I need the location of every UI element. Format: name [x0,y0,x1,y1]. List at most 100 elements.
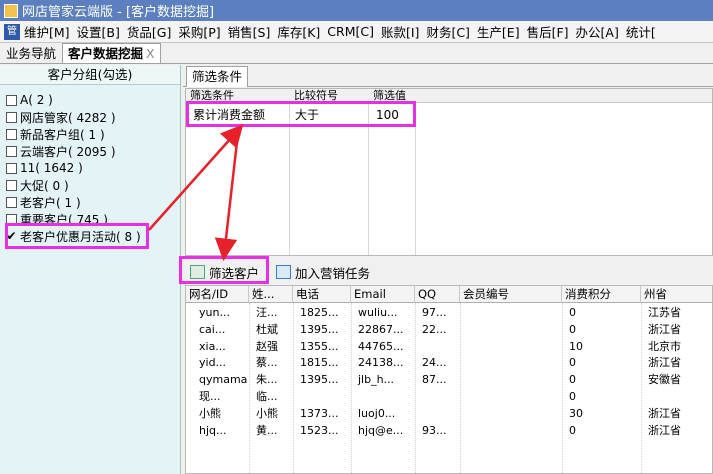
cell-province[interactable]: 浙江省 [645,422,712,439]
cell-member-id[interactable] [464,338,562,355]
cell-nick-id[interactable]: qymama [196,371,249,388]
cell-member-id[interactable] [464,354,562,371]
group-item[interactable]: 网店管家( 4282 ) [6,109,116,125]
cell-province[interactable]: 安徽省 [645,371,712,388]
cell-email[interactable]: wuliu... [355,304,415,321]
cell-email[interactable]: jlb_h... [355,371,415,388]
cell-nick-id[interactable]: yun... [196,304,249,321]
group-checkbox[interactable] [6,94,17,106]
cell-province[interactable]: 浙江省 [645,405,712,422]
column-header-nick-id[interactable]: 网名/ID [186,286,249,303]
group-checkbox[interactable] [6,196,17,208]
tab-customer-mining[interactable]: 客户数据挖掘 X [62,43,161,63]
group-item[interactable]: A( 2 ) [6,92,53,108]
cell-phone[interactable]: 1825... [297,304,351,321]
cell-province[interactable]: 北京市 [645,338,712,355]
tab-filter-conditions[interactable]: 筛选条件 [186,66,249,87]
cell-email[interactable]: 24138... [355,354,415,371]
cell-email[interactable]: luoj0... [355,405,415,422]
group-item[interactable]: 新品客户组( 1 ) [6,126,105,142]
menu-accounts[interactable]: 账款[I] [381,22,426,41]
cell-nick-id[interactable]: cai... [196,321,249,338]
cell-phone[interactable]: 1523... [297,422,351,439]
column-header-province[interactable]: 州省 [641,286,712,303]
cell-name[interactable]: 杜斌 [253,321,293,338]
cell-nick-id[interactable]: yid... [196,354,249,371]
cell-email[interactable]: hjq@e... [355,422,415,439]
cell-qq[interactable] [419,405,460,422]
cell-points[interactable]: 0 [566,304,641,321]
cell-qq[interactable]: 97... [419,304,460,321]
cell-qq[interactable]: 87... [419,371,460,388]
cell-qq[interactable]: 24... [419,354,460,371]
menu-office[interactable]: 办公[A] [576,22,626,41]
group-item[interactable]: 11( 1642 ) [6,160,83,176]
app-menu-icon[interactable]: 管 [4,23,20,40]
column-header-name[interactable]: 姓... [249,286,293,303]
cell-phone[interactable]: 1373... [297,405,351,422]
cell-email[interactable]: 22867... [355,321,415,338]
cell-name[interactable]: 赵强 [253,338,293,355]
menu-production[interactable]: 生产[E] [477,22,527,41]
cell-phone[interactable]: 1395... [297,371,351,388]
group-checkbox[interactable] [6,128,17,140]
group-checkbox[interactable] [6,179,17,191]
cell-qq[interactable]: 93... [419,422,460,439]
group-checkbox[interactable] [6,145,17,157]
cell-phone[interactable]: 1355... [297,338,351,355]
tab-business-nav[interactable]: 业务导航 [0,43,62,63]
menu-settings[interactable]: 设置[B] [77,22,127,41]
cell-points[interactable]: 0 [566,422,641,439]
menu-crm[interactable]: CRM[C] [327,24,381,39]
cell-member-id[interactable] [464,304,562,321]
column-header-email[interactable]: Email [351,286,415,303]
menu-sales[interactable]: 销售[S] [228,22,278,41]
cell-email[interactable]: 44765... [355,338,415,355]
cell-nick-id[interactable]: xia... [196,338,249,355]
cell-points[interactable]: 10 [566,338,641,355]
cell-points[interactable]: 0 [566,321,641,338]
column-header-phone[interactable]: 电话 [293,286,351,303]
cell-qq[interactable] [419,338,460,355]
close-tab-icon[interactable]: X [146,46,155,61]
cell-nick-id[interactable]: 现... [196,388,249,405]
menu-purchase[interactable]: 采购[P] [178,22,227,41]
menu-goods[interactable]: 货品[G] [127,22,178,41]
cell-points[interactable]: 0 [566,371,641,388]
cell-province[interactable]: 浙江省 [645,321,712,338]
menu-inventory[interactable]: 库存[K] [277,22,327,41]
cell-phone[interactable]: 1395... [297,321,351,338]
cell-member-id[interactable] [464,405,562,422]
cell-name[interactable]: 小熊 [253,405,293,422]
cell-province[interactable] [645,388,712,405]
cell-province[interactable]: 浙江省 [645,354,712,371]
menu-statistics[interactable]: 统计[ [626,22,663,41]
cell-name[interactable]: 黄... [253,422,293,439]
column-header-qq[interactable]: QQ [415,286,460,303]
group-item[interactable]: 老客户( 1 ) [6,194,81,210]
group-item[interactable]: 云端客户( 2095 ) [6,143,116,159]
cell-member-id[interactable] [464,321,562,338]
column-header-member-id[interactable]: 会员编号 [460,286,562,303]
cell-province[interactable]: 江苏省 [645,304,712,321]
cell-member-id[interactable] [464,371,562,388]
cell-email[interactable] [355,388,415,405]
column-header-points[interactable]: 消费积分 [562,286,641,303]
cell-points[interactable]: 30 [566,405,641,422]
menu-finance[interactable]: 财务[C] [426,22,476,41]
cell-points[interactable]: 0 [566,354,641,371]
cell-member-id[interactable] [464,422,562,439]
cell-qq[interactable] [419,388,460,405]
cell-phone[interactable] [297,388,351,405]
cell-name[interactable]: 汪... [253,304,293,321]
cell-qq[interactable]: 22... [419,321,460,338]
cell-phone[interactable]: 1815... [297,354,351,371]
group-checkbox[interactable] [6,162,17,174]
cell-nick-id[interactable]: 小熊 [196,405,249,422]
cell-name[interactable]: 朱... [253,371,293,388]
cell-nick-id[interactable]: hjq... [196,422,249,439]
cell-name[interactable]: 蔡... [253,354,293,371]
menu-aftersales[interactable]: 售后[F] [527,22,576,41]
menu-maintain[interactable]: 维护[M] [24,22,77,41]
cell-member-id[interactable] [464,388,562,405]
